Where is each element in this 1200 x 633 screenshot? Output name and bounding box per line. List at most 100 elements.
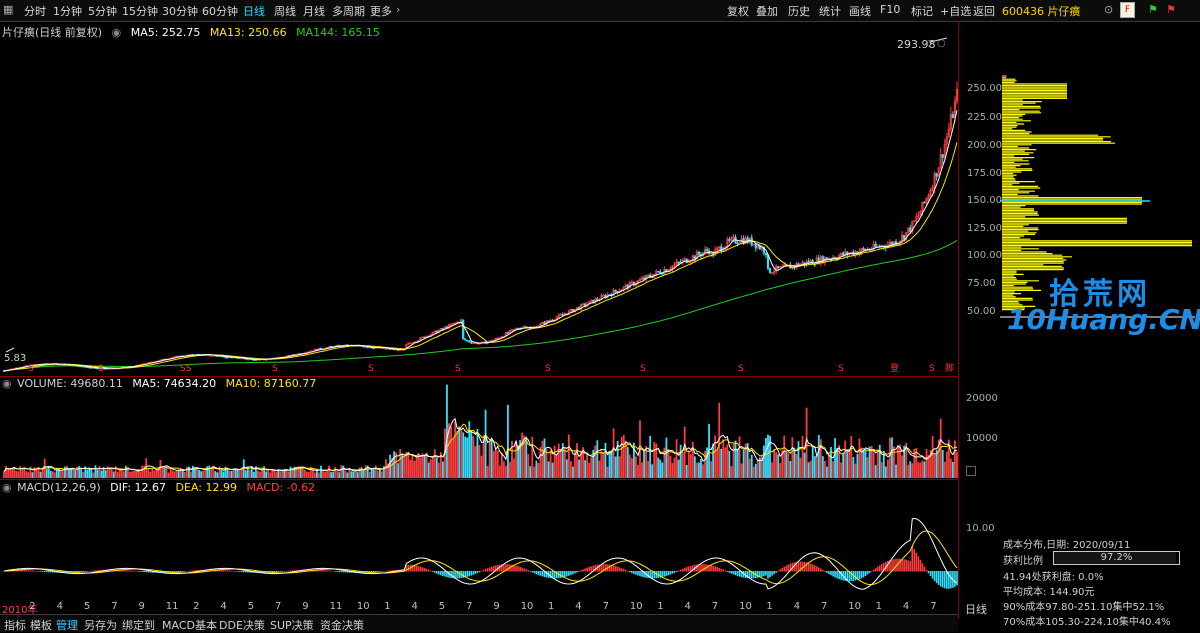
macd-bar [186, 570, 188, 572]
macd-bar [868, 571, 871, 574]
volume-settings-icon[interactable]: ◉ [2, 377, 12, 390]
macd-bar [281, 571, 284, 572]
volume-bar [376, 470, 379, 478]
period-tab-more[interactable]: 更多 [370, 3, 392, 19]
volume-bar [41, 468, 44, 478]
tool-add-favorite[interactable]: +自选 [940, 3, 971, 19]
period-tab-fenshi[interactable]: 分时 [24, 3, 46, 19]
macd-bar [387, 570, 389, 572]
volume-bar [813, 456, 816, 478]
candle-body [423, 336, 426, 339]
volume-bar [102, 467, 105, 478]
volume-bar [208, 465, 211, 478]
volume-bar [647, 461, 650, 478]
period-tab-5min[interactable]: 5分钟 [88, 3, 117, 19]
macd-bar [734, 571, 737, 576]
red-flag-icon[interactable]: ⚑ [1166, 3, 1176, 16]
macd-label: MACD(12,26,9) [17, 481, 101, 494]
tool-mark[interactable]: 标记 [911, 3, 933, 19]
volume-bar [27, 472, 30, 478]
tool-overlay[interactable]: 叠加 [756, 3, 778, 19]
volume-bar [956, 452, 958, 478]
volume-bar [596, 440, 599, 478]
volume-bar [868, 446, 871, 478]
macd-bar [37, 571, 40, 572]
tool-draw[interactable]: 画线 [849, 3, 871, 19]
volume-ma10-label: MA10: 87160.77 [225, 377, 317, 390]
candle-body [665, 269, 668, 272]
volume-bar [750, 454, 753, 478]
volume-bar [789, 461, 792, 478]
period-tab-15min[interactable]: 15分钟 [122, 3, 158, 19]
period-tab-60min[interactable]: 60分钟 [202, 3, 238, 19]
event-mark: 登 [890, 363, 899, 374]
macd-bar [687, 566, 690, 572]
volume-bar [407, 453, 410, 478]
volume-bar [545, 449, 548, 478]
period-tab-daily[interactable]: 日线 [243, 3, 265, 19]
volume-bar [167, 472, 170, 478]
volume-bar [630, 458, 633, 478]
chevron-right-icon[interactable]: › [396, 3, 400, 16]
macd-bar [935, 571, 938, 584]
x-axis-tick: 7 [711, 601, 719, 612]
macd-bar [425, 568, 428, 572]
macd-bar [919, 559, 922, 572]
x-axis-tick: 10 [739, 601, 752, 612]
volume-bar [858, 438, 861, 478]
f-icon[interactable]: F [1120, 2, 1135, 18]
period-tab-monthly[interactable]: 月线 [303, 3, 325, 19]
volume-bar [72, 470, 74, 478]
volume-bar [29, 466, 32, 478]
macd-bar [334, 571, 337, 572]
macd-bar [375, 571, 377, 573]
tool-stats[interactable]: 统计 [819, 3, 841, 19]
period-tab-30min[interactable]: 30分钟 [162, 3, 198, 19]
macd-bar [783, 566, 786, 572]
kline-chart[interactable]: S S SS S S S S S S S 登 S 脚 [0, 21, 958, 619]
settings-icon[interactable]: ⊙ [1104, 3, 1113, 16]
period-tab-multi[interactable]: 多周期 [332, 3, 365, 19]
period-tab-1min[interactable]: 1分钟 [53, 3, 82, 19]
x-axis-tick: 4 [793, 601, 801, 612]
volume-bar [220, 470, 223, 478]
volume-bar [409, 459, 412, 478]
candle-body [842, 252, 845, 256]
volume-bar [25, 471, 28, 478]
macd-bar [474, 571, 477, 574]
period-tab-weekly[interactable]: 周线 [274, 3, 296, 19]
candle-body [685, 258, 688, 264]
grid-icon[interactable]: ▦ [3, 3, 13, 16]
volume-bar [265, 471, 268, 478]
volume-bar [832, 461, 834, 478]
event-mark: SS [180, 364, 192, 374]
volume-bar [31, 472, 34, 478]
macd-bar [417, 566, 420, 572]
volume-bar [840, 462, 843, 478]
volume-bar [649, 435, 652, 478]
macd-bar [775, 571, 777, 573]
macd-bar [476, 571, 479, 574]
tool-history[interactable]: 历史 [788, 3, 810, 19]
macd-bar [809, 563, 812, 572]
macd-settings-icon[interactable]: ◉ [2, 481, 12, 494]
volume-bar [322, 470, 324, 478]
macd-bar [864, 571, 867, 576]
flag-icon[interactable]: ⚑ [1148, 3, 1158, 16]
macd-bar [850, 571, 853, 582]
macd-bar [232, 570, 235, 572]
period-tab-right[interactable]: 日线 [965, 601, 987, 617]
volume-bar [9, 468, 11, 478]
tool-f10[interactable]: F10 [880, 3, 900, 16]
macd-bar [179, 571, 182, 572]
volume-bar [791, 437, 794, 478]
tool-back[interactable]: 返回 [973, 3, 995, 19]
volume-bar [360, 467, 363, 478]
vol-axis-10000: 10000 [966, 433, 998, 444]
cost-date: 2020/09/11 [1072, 540, 1131, 551]
x-axis-tick: 9 [493, 601, 500, 612]
macd-bar [576, 571, 578, 573]
tool-fuquan[interactable]: 复权 [727, 3, 749, 19]
macd-bar [480, 570, 483, 572]
macd-bar [834, 571, 836, 578]
